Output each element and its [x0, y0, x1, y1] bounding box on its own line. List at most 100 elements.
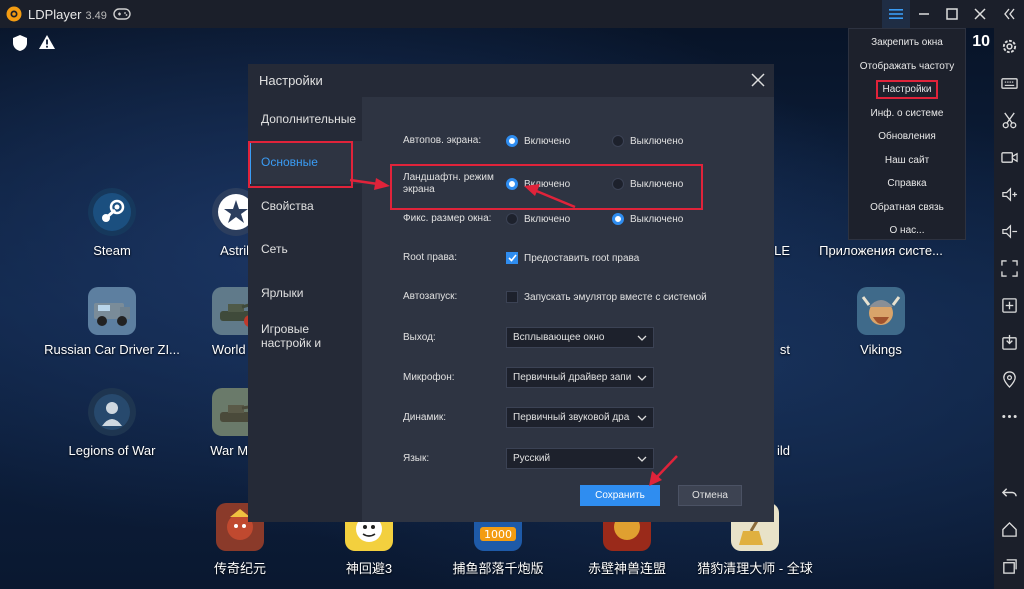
menu-updates[interactable]: Обновления	[849, 125, 965, 149]
hamburger-icon	[889, 9, 903, 19]
sidebar-item-advanced[interactable]: Дополнительные	[248, 97, 362, 141]
toolbar-record[interactable]	[994, 139, 1024, 176]
option-label: Включено	[524, 213, 571, 225]
app-label: 捕鱼部落千炮版	[452, 561, 544, 576]
toolbar-multi-window[interactable]	[994, 287, 1024, 324]
sidebar-item-game-settings[interactable]: Игровые настройк и	[248, 315, 362, 359]
landscape-off-radio[interactable]: Выключено	[612, 178, 683, 190]
app-legions-of-war[interactable]: Legions of War	[47, 388, 177, 458]
app-label: Legions of War	[68, 443, 156, 458]
settings-sidebar: Дополнительные Основные Свойства Сеть Яр…	[248, 97, 362, 522]
toolbar-settings[interactable]	[994, 28, 1024, 65]
toolbar-scissors[interactable]	[994, 102, 1024, 139]
nav-home[interactable]	[994, 511, 1024, 548]
settings-content: Автопов. экрана: Включено Выключено Ланд…	[362, 97, 774, 522]
menu-item-label: Отображать частоту	[859, 60, 955, 72]
select-value: Первичный звуковой дра	[513, 412, 630, 423]
setting-label: Выход:	[403, 331, 436, 343]
setting-autostart: Автозапуск: Запускать эмулятор вместе с …	[403, 291, 707, 303]
close-icon[interactable]	[750, 72, 766, 88]
chevron-down-icon	[637, 375, 647, 381]
option-label: Предоставить root права	[524, 252, 640, 264]
app-label: 猎豹清理大师 - 全球	[697, 561, 813, 576]
radio-unchecked-icon	[506, 213, 518, 225]
menu-website[interactable]: Наш сайт	[849, 149, 965, 173]
menu-pin-windows[interactable]: Закрепить окна	[849, 31, 965, 55]
dialog-title: Настройки	[259, 73, 323, 88]
menu-item-label: Наш сайт	[884, 154, 930, 166]
app-label: 传奇纪元	[213, 561, 266, 576]
warning-icon	[39, 35, 55, 49]
language-select[interactable]: Русский	[506, 448, 654, 469]
setting-exit: Выход: Всплывающее окно	[403, 327, 654, 348]
menu-button[interactable]	[882, 0, 910, 28]
nav-back[interactable]	[994, 474, 1024, 511]
collapse-toolbar-button[interactable]	[994, 0, 1024, 28]
window-controls	[882, 0, 994, 28]
scissors-icon	[1002, 112, 1016, 129]
exit-select[interactable]: Всплывающее окно	[506, 327, 654, 348]
toolbar-volume-down[interactable]	[994, 213, 1024, 250]
setting-label: Root права:	[403, 252, 457, 263]
app-steam[interactable]: Steam	[47, 188, 177, 258]
save-button[interactable]: Сохранить	[580, 485, 660, 506]
radio-unchecked-icon	[612, 178, 624, 190]
option-label: Включено	[524, 135, 571, 147]
auto-rotate-off-radio[interactable]: Выключено	[612, 135, 683, 147]
app-label: Приложения систе...	[819, 243, 943, 258]
gamepad-icon[interactable]	[113, 7, 131, 21]
setting-label: Автозапуск:	[403, 291, 458, 302]
menu-help[interactable]: Справка	[849, 172, 965, 196]
toolbar-location[interactable]	[994, 361, 1024, 398]
keyboard-icon	[1000, 78, 1018, 89]
viking-icon	[857, 287, 905, 335]
minimize-button[interactable]	[910, 0, 938, 28]
setting-label: Язык:	[403, 452, 430, 464]
sidebar-item-properties[interactable]: Свойства	[248, 184, 362, 228]
close-window-button[interactable]	[966, 0, 994, 28]
maximize-button[interactable]	[938, 0, 966, 28]
fullscreen-icon	[1000, 260, 1018, 277]
sidebar-item-basic[interactable]: Основные	[248, 140, 362, 187]
menu-show-fps[interactable]: Отображать частоту	[849, 55, 965, 79]
microphone-select[interactable]: Первичный драйвер запи	[506, 367, 654, 388]
toolbar-volume-up[interactable]	[994, 176, 1024, 213]
option-label: Выключено	[630, 178, 684, 190]
autostart-checkbox[interactable]: Запускать эмулятор вместе с системой	[506, 291, 707, 303]
select-value: Русский	[513, 453, 551, 464]
root-checkbox[interactable]: Предоставить root права	[506, 252, 639, 264]
menu-feedback[interactable]: Обратная связь	[849, 196, 965, 220]
toolbar-fullscreen[interactable]	[994, 250, 1024, 287]
menu-item-label: Закрепить окна	[871, 37, 943, 49]
app-label: Steam	[93, 243, 131, 258]
speaker-select[interactable]: Первичный звуковой дра	[506, 407, 654, 428]
menu-system-info[interactable]: Инф. о системе	[849, 102, 965, 126]
menu-settings[interactable]: Настройки	[849, 78, 965, 102]
recent-apps-icon	[1002, 559, 1017, 574]
app-vikings[interactable]: Vikings	[816, 287, 946, 357]
setting-auto-rotate: Автопов. экрана: Включено Выключено	[403, 135, 683, 147]
chevron-down-icon	[637, 456, 647, 462]
app-label: Russian Car Driver ZI...	[44, 342, 180, 357]
sidebar-item-network[interactable]: Сеть	[248, 228, 362, 272]
shield-icon	[13, 35, 27, 51]
fixed-size-off-radio[interactable]: Выключено	[612, 213, 683, 225]
auto-rotate-on-radio[interactable]: Включено	[506, 135, 612, 147]
fixed-size-on-radio[interactable]: Включено	[506, 213, 612, 225]
app-label: 赤壁神兽连盟	[587, 561, 666, 576]
gear-icon	[1002, 39, 1016, 54]
warrior-icon	[88, 388, 136, 436]
toolbar-apk[interactable]	[994, 324, 1024, 361]
menu-item-label: Справка	[887, 178, 927, 190]
radio-checked-icon	[506, 135, 518, 147]
sidebar-item-shortcuts[interactable]: Ярлыки	[248, 271, 362, 315]
toolbar-keyboard[interactable]	[994, 65, 1024, 102]
app-russian-car-driver[interactable]: Russian Car Driver ZI...	[44, 287, 180, 357]
menu-about[interactable]: О нас...	[849, 219, 965, 243]
home-icon	[1001, 521, 1017, 537]
cancel-button[interactable]: Отмена	[678, 485, 742, 506]
radio-unchecked-icon	[612, 135, 624, 147]
toolbar-more[interactable]	[994, 398, 1024, 435]
landscape-on-radio[interactable]: Включено	[506, 178, 612, 190]
nav-recent[interactable]	[994, 548, 1024, 585]
